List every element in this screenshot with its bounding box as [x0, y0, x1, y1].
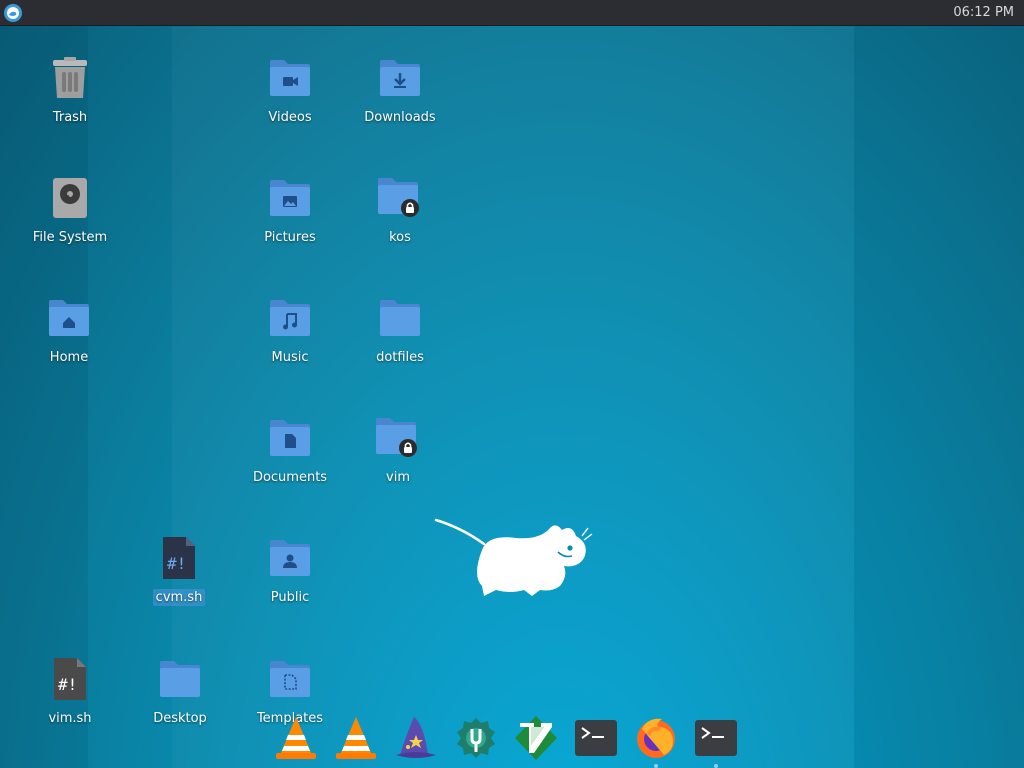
- vlc-icon: [276, 717, 316, 759]
- desktop-icon-music[interactable]: Music: [240, 290, 340, 382]
- wallpaper-band: [854, 26, 1024, 768]
- desktop-icon-videos[interactable]: Videos: [240, 50, 340, 142]
- vlc-icon: [336, 717, 376, 759]
- vim-icon: [515, 716, 557, 760]
- dock-item-terminal[interactable]: [692, 712, 740, 768]
- templates-folder-icon: [266, 655, 314, 703]
- drive-icon: [46, 174, 94, 222]
- svg-text:#!: #!: [167, 554, 186, 573]
- dock-item-settings-manager[interactable]: [452, 712, 500, 764]
- desktop-icon-dotfiles[interactable]: dotfiles: [350, 290, 450, 382]
- desktop-icon-file-system[interactable]: File System: [20, 170, 120, 262]
- public-folder-icon: [266, 534, 314, 582]
- desktop-icon-label: Trash: [52, 110, 88, 125]
- pictures-folder-icon: [266, 174, 314, 222]
- running-indicator: [714, 764, 718, 768]
- dock: [272, 708, 740, 768]
- desktop-icon-vim[interactable]: vim: [348, 410, 448, 502]
- desktop-icon-vim-sh[interactable]: #! vim.sh: [20, 651, 120, 743]
- desktop-icon-label: vim: [386, 470, 410, 485]
- home-folder-icon: [45, 294, 93, 342]
- settings-manager-icon: [457, 718, 495, 758]
- firefox-icon: [637, 718, 675, 758]
- desktop-icon-label: cvm.sh: [152, 589, 206, 606]
- desktop-icon-label: vim.sh: [48, 711, 92, 726]
- desktop-icon-label: Public: [270, 590, 310, 605]
- desktop-icon-label: kos: [389, 230, 411, 245]
- desktop-icon-home[interactable]: Home: [19, 290, 119, 382]
- desktop-icon-label: Desktop: [153, 711, 207, 726]
- dock-item-firefox[interactable]: [632, 712, 680, 768]
- desktop-icon-downloads[interactable]: Downloads: [350, 50, 450, 142]
- desktop-icon-label: Pictures: [264, 230, 316, 245]
- desktop-icon-label: Videos: [268, 110, 312, 125]
- trash-icon: [46, 54, 94, 102]
- terminal-icon: [695, 720, 737, 756]
- desktop-icon-public[interactable]: Public: [240, 530, 340, 622]
- shell-script-file-icon: #!: [46, 655, 94, 703]
- desktop-icon-label: Home: [49, 350, 89, 365]
- desktop-icon-label: dotfiles: [376, 350, 424, 365]
- desktop-icon-label: File System: [32, 230, 108, 245]
- desktop-icon-label: Music: [271, 350, 309, 365]
- running-indicator: [654, 764, 658, 768]
- wizard-icon: [396, 717, 436, 758]
- dock-item-wizard[interactable]: [392, 712, 440, 764]
- desktop-icon-kos[interactable]: kos: [350, 170, 450, 262]
- folder-icon: [376, 294, 424, 342]
- desktop-icon-label: Downloads: [364, 110, 436, 125]
- locked-folder-icon: [376, 174, 424, 222]
- xfce-mouse-wallpaper-logo: [434, 518, 593, 596]
- downloads-folder-icon: [376, 54, 424, 102]
- svg-text:#!: #!: [58, 675, 77, 694]
- clock[interactable]: 06:12 PM: [953, 5, 1014, 20]
- shell-script-file-icon: #!: [155, 534, 203, 582]
- desktop-icon-pictures[interactable]: Pictures: [240, 170, 340, 262]
- xfce-logo-icon: [7, 6, 19, 19]
- locked-folder-icon: [374, 414, 422, 462]
- music-folder-icon: [266, 294, 314, 342]
- applications-menu-button[interactable]: [4, 3, 22, 22]
- terminal-icon: [575, 720, 617, 756]
- dock-item-vim[interactable]: [512, 712, 560, 764]
- dock-item-vlc[interactable]: [272, 712, 320, 764]
- desktop-icon-trash[interactable]: Trash: [20, 50, 120, 142]
- top-panel: 06:12 PM: [0, 0, 1024, 26]
- desktop-icon-desktop[interactable]: Desktop: [130, 651, 230, 743]
- desktop-icon-cvm-sh[interactable]: #! cvm.sh: [129, 530, 229, 622]
- desktop-icon-label: Documents: [252, 470, 328, 485]
- documents-folder-icon: [266, 414, 314, 462]
- folder-icon: [156, 655, 204, 703]
- dock-item-terminal[interactable]: [572, 712, 620, 764]
- videos-folder-icon: [266, 54, 314, 102]
- dock-item-vlc[interactable]: [332, 712, 380, 764]
- desktop-icon-documents[interactable]: Documents: [240, 410, 340, 502]
